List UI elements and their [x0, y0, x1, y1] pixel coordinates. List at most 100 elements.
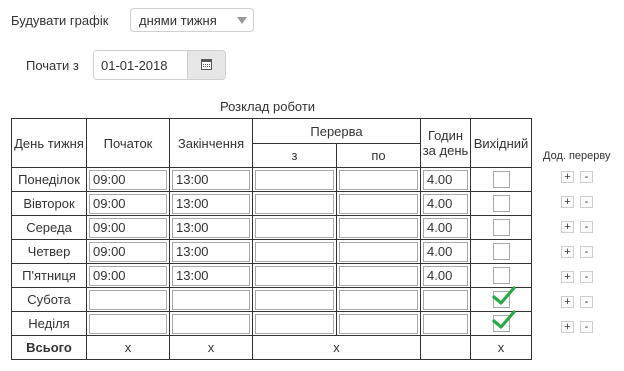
header-break-to: по — [335, 143, 422, 168]
cell-hours — [420, 287, 472, 312]
dayoff-checkbox[interactable] — [491, 310, 516, 333]
start-time-input[interactable] — [89, 169, 167, 190]
header-end: Закінчення — [169, 118, 253, 168]
to-time-input[interactable] — [339, 289, 419, 310]
hours-input[interactable] — [423, 217, 469, 238]
cell-start — [86, 311, 170, 336]
to-time-input[interactable] — [339, 241, 419, 262]
build-mode-value: днями тижня — [139, 13, 217, 28]
cell-start — [86, 167, 170, 192]
day-name: Середа — [11, 215, 87, 240]
day-name: Понеділок — [11, 167, 87, 192]
dayoff-checkbox[interactable] — [492, 195, 510, 213]
end-time-input[interactable] — [172, 289, 250, 310]
remove-break-button[interactable]: - — [580, 196, 593, 208]
dayoff-checkbox[interactable] — [492, 243, 510, 261]
end-time-input[interactable] — [172, 169, 250, 190]
start-time-input[interactable] — [89, 313, 167, 334]
cell-end — [169, 263, 253, 288]
chevron-down-icon — [237, 17, 247, 24]
hours-input[interactable] — [423, 193, 469, 214]
cell-hours — [420, 311, 472, 336]
cell-to — [335, 167, 422, 192]
add-break-button[interactable]: + — [561, 296, 574, 308]
remove-break-button[interactable]: - — [580, 221, 593, 233]
to-time-input[interactable] — [339, 217, 419, 238]
from-time-input[interactable] — [255, 265, 334, 286]
add-break-button[interactable]: + — [561, 171, 574, 183]
cell-from — [252, 287, 337, 312]
table-row: Середа — [11, 215, 533, 240]
dayoff-checkbox[interactable] — [492, 267, 510, 285]
start-date-input[interactable] — [94, 51, 188, 79]
cell-dayoff — [470, 286, 533, 312]
cell-start — [86, 287, 170, 312]
dayoff-checkbox[interactable] — [492, 171, 510, 189]
cell-to — [335, 263, 422, 288]
cell-dayoff — [470, 310, 533, 336]
add-break-button[interactable]: + — [561, 271, 574, 283]
header-dayoff: Вихідний — [470, 118, 533, 168]
day-name: Субота — [11, 287, 87, 312]
calendar-button[interactable] — [188, 51, 225, 79]
header-break: Перерва — [251, 118, 422, 144]
cell-to — [335, 191, 422, 216]
cell-hours — [420, 239, 472, 264]
to-time-input[interactable] — [339, 193, 419, 214]
cell-end — [169, 191, 253, 216]
from-time-input[interactable] — [255, 169, 334, 190]
cell-from — [252, 263, 337, 288]
cell-dayoff — [470, 191, 533, 216]
calendar-icon — [201, 59, 212, 70]
from-time-input[interactable] — [255, 193, 334, 214]
remove-break-button[interactable]: - — [580, 271, 593, 283]
cell-dayoff — [470, 263, 533, 288]
hours-input[interactable] — [423, 289, 469, 310]
day-name: Вівторок — [11, 191, 87, 216]
to-time-input[interactable] — [339, 169, 419, 190]
total-hours — [420, 335, 472, 360]
dayoff-checkbox[interactable] — [491, 286, 516, 309]
cell-from — [252, 239, 337, 264]
start-time-input[interactable] — [89, 241, 167, 262]
add-break-button[interactable]: + — [561, 196, 574, 208]
start-time-input[interactable] — [89, 289, 167, 310]
end-time-input[interactable] — [172, 193, 250, 214]
cell-from — [252, 311, 337, 336]
dayoff-checkbox[interactable] — [492, 219, 510, 237]
from-time-input[interactable] — [255, 289, 334, 310]
table-row: Субота — [11, 286, 533, 312]
from-time-input[interactable] — [255, 217, 334, 238]
from-time-input[interactable] — [255, 241, 334, 262]
hours-input[interactable] — [423, 265, 469, 286]
add-break-button[interactable]: + — [561, 321, 574, 333]
schedule-table: День тижня Початок Закінчення Перерва Го… — [11, 118, 533, 360]
hours-input[interactable] — [423, 241, 469, 262]
day-name: Четвер — [11, 239, 87, 264]
end-time-input[interactable] — [172, 241, 250, 262]
remove-break-button[interactable]: - — [580, 321, 593, 333]
hours-input[interactable] — [423, 313, 469, 334]
remove-break-button[interactable]: - — [580, 296, 593, 308]
to-time-input[interactable] — [339, 313, 419, 334]
end-time-input[interactable] — [172, 217, 250, 238]
start-time-input[interactable] — [89, 193, 167, 214]
end-time-input[interactable] — [172, 313, 250, 334]
add-break-button[interactable]: + — [561, 221, 574, 233]
table-row: Понеділок — [11, 167, 533, 192]
cell-from — [252, 215, 337, 240]
to-time-input[interactable] — [339, 265, 419, 286]
remove-break-button[interactable]: - — [580, 171, 593, 183]
hours-input[interactable] — [423, 169, 469, 190]
start-time-input[interactable] — [89, 217, 167, 238]
from-time-input[interactable] — [255, 313, 334, 334]
add-break-button[interactable]: + — [561, 246, 574, 258]
header-day: День тижня — [11, 118, 87, 168]
end-time-input[interactable] — [172, 265, 250, 286]
cell-end — [169, 239, 253, 264]
start-time-input[interactable] — [89, 265, 167, 286]
cell-from — [252, 191, 337, 216]
remove-break-button[interactable]: - — [580, 246, 593, 258]
day-name: П'ятниця — [11, 263, 87, 288]
build-mode-select[interactable]: днями тижня — [130, 8, 254, 32]
